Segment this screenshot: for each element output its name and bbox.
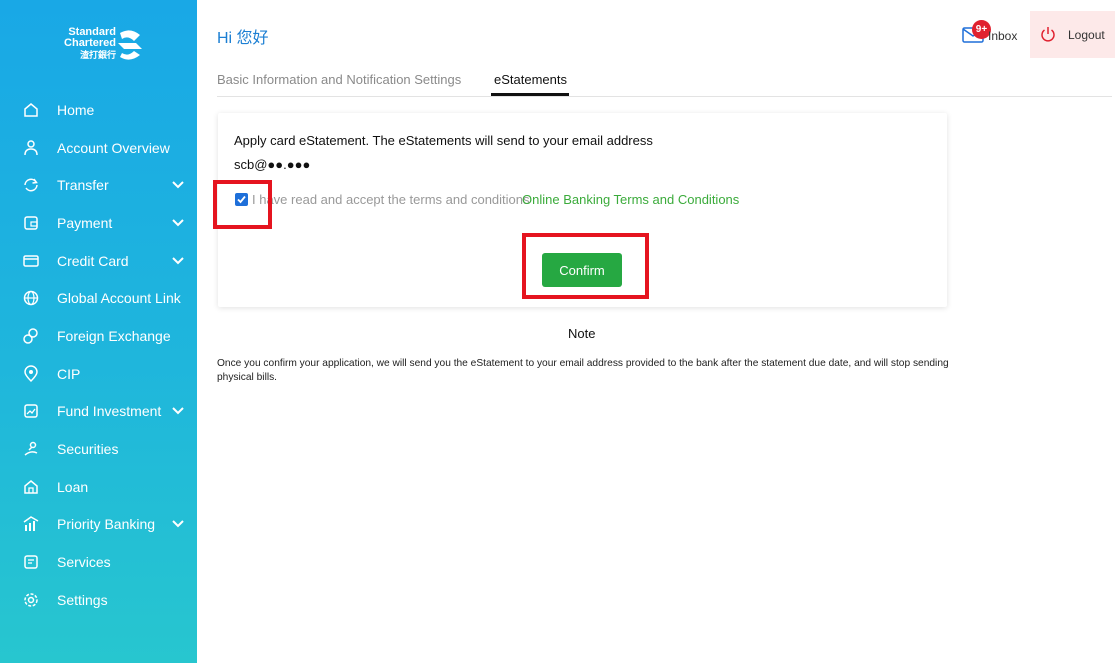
sidebar-item-label: Priority Banking: [57, 516, 156, 533]
inbox-button[interactable]: 9+ Inbox: [962, 20, 1022, 47]
chevron-down-icon[interactable]: [172, 181, 184, 189]
sidebar-item-settings[interactable]: Settings: [0, 581, 197, 619]
logo-line-3: 渣打銀行: [79, 50, 116, 60]
apply-estatement-text: Apply card eStatement. The eStatements w…: [234, 133, 653, 148]
globe-icon: [23, 291, 39, 306]
sidebar-item-label: Global Account Link: [57, 290, 181, 307]
logout-label: Logout: [1068, 28, 1105, 42]
sidebar-item-payment[interactable]: Payment: [0, 204, 197, 242]
sidebar-item-label: Transfer: [57, 177, 109, 194]
inbox-label: Inbox: [988, 29, 1018, 43]
logo-line-2: Chartered: [64, 37, 116, 49]
sidebar-item-label: Home: [57, 101, 95, 118]
sidebar-item-transfer[interactable]: Transfer: [0, 166, 197, 204]
sidebar-item-foreign-exchange[interactable]: Foreign Exchange: [0, 317, 197, 355]
standard-chartered-logo[interactable]: Standard Chartered 渣打銀行: [56, 27, 156, 67]
sidebar-item-fund-investment[interactable]: Fund Investment: [0, 393, 197, 431]
sidebar-nav: Home Account Overview Transfer Payment C…: [0, 91, 197, 619]
securities-icon: [24, 441, 38, 456]
sidebar-item-priority-banking[interactable]: Priority Banking: [0, 506, 197, 544]
sidebar-item-global-account-link[interactable]: Global Account Link: [0, 279, 197, 317]
credit-card-icon: [23, 254, 39, 267]
chevron-down-icon[interactable]: [172, 256, 184, 265]
chevron-down-icon[interactable]: [172, 520, 184, 528]
loan-icon: [24, 479, 38, 494]
tab-basic-information[interactable]: Basic Information and Notification Setti…: [217, 72, 461, 87]
home-icon: [24, 102, 38, 117]
sidebar-item-label: Foreign Exchange: [57, 327, 171, 344]
sidebar-item-label: Loan: [57, 478, 89, 495]
cip-icon: [24, 364, 38, 382]
terms-link[interactable]: Online Banking Terms and Conditions: [522, 192, 739, 207]
sidebar-item-credit-card[interactable]: Credit Card: [0, 242, 197, 280]
tab-estatements[interactable]: eStatements: [494, 72, 567, 87]
sidebar-item-label: Account Overview: [57, 139, 170, 156]
fund-icon: [24, 404, 38, 419]
sidebar-item-label: Credit Card: [57, 252, 129, 269]
checkbox-highlight: [213, 180, 272, 229]
greeting-text: Hi 您好: [217, 30, 269, 47]
logo-mark-icon: [118, 30, 142, 60]
note-text: Once you confirm your application, we wi…: [217, 358, 949, 383]
chevron-down-icon[interactable]: [172, 219, 184, 227]
terms-accept-label: I have read and accept the terms and con…: [252, 192, 530, 207]
sidebar-item-label: Payment: [57, 214, 113, 231]
sidebar-item-loan[interactable]: Loan: [0, 468, 197, 506]
settings-tabs: Basic Information and Notification Setti…: [217, 66, 1112, 97]
priority-banking-icon: [23, 516, 39, 532]
sidebar-item-label: Securities: [57, 441, 119, 458]
sidebar: Standard Chartered 渣打銀行 Home Account Ove…: [0, 0, 197, 663]
sidebar-item-label: Settings: [57, 591, 108, 608]
wallet-icon: [24, 216, 38, 230]
sidebar-item-label: Fund Investment: [57, 403, 162, 420]
logout-button[interactable]: Logout: [1030, 11, 1115, 58]
sidebar-item-cip[interactable]: CIP: [0, 355, 197, 393]
sidebar-item-home[interactable]: Home: [0, 91, 197, 129]
logo-text: Standard Chartered 渣打銀行: [56, 27, 116, 61]
email-address: scb@●●.●●●: [234, 157, 311, 172]
sidebar-item-account-overview[interactable]: Account Overview: [0, 129, 197, 167]
user-icon: [24, 139, 38, 155]
exchange-icon: [23, 328, 38, 344]
sidebar-item-label: CIP: [57, 365, 81, 382]
power-icon: [1041, 27, 1055, 42]
settings-icon: [24, 593, 38, 607]
note-title: Note: [568, 326, 596, 341]
chevron-down-icon[interactable]: [172, 407, 184, 415]
sidebar-item-label: Services: [57, 554, 111, 571]
transfer-icon: [24, 178, 38, 192]
sidebar-item-securities[interactable]: Securities: [0, 430, 197, 468]
sidebar-item-services[interactable]: Services: [0, 543, 197, 581]
services-icon: [24, 555, 38, 569]
confirm-highlight: [522, 233, 649, 299]
active-tab-indicator: [491, 93, 569, 96]
